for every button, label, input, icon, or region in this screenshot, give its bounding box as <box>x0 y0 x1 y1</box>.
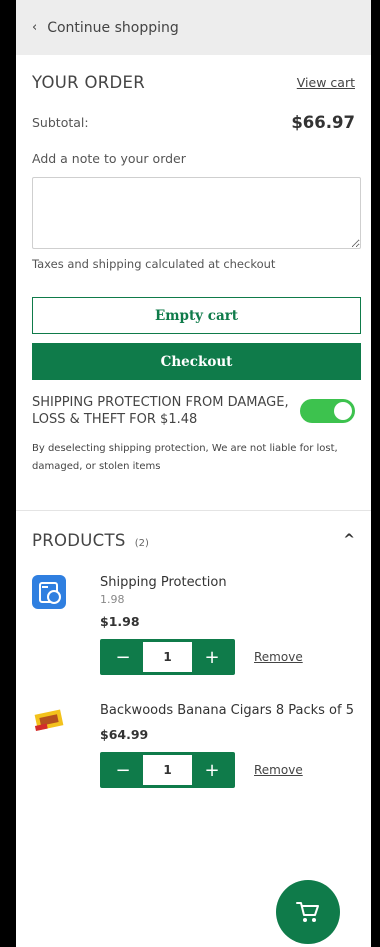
quantity-value[interactable]: 1 <box>143 642 192 672</box>
subtotal-value: $66.97 <box>291 112 355 132</box>
remove-item-link[interactable]: Remove <box>254 650 303 664</box>
continue-shopping-label: Continue shopping <box>47 19 179 36</box>
checkout-button[interactable]: Checkout <box>32 343 361 380</box>
chevron-left-icon: ‹ <box>32 20 38 35</box>
taxes-shipping-note: Taxes and shipping calculated at checkou… <box>32 257 276 271</box>
quantity-stepper: − 1 + <box>100 639 235 675</box>
order-title: YOUR ORDER <box>32 73 145 92</box>
products-section: PRODUCTS (2) ^ Shipping Protection 1.98 … <box>16 529 371 788</box>
cart-icon <box>296 902 319 922</box>
product-price: $1.98 <box>100 614 140 629</box>
continue-shopping-link[interactable]: ‹ Continue shopping <box>16 0 371 55</box>
cart-drawer: ‹ Continue shopping YOUR ORDER View cart… <box>16 0 371 947</box>
section-divider <box>16 510 371 511</box>
remove-item-link[interactable]: Remove <box>254 763 303 777</box>
product-variant: 1.98 <box>100 593 125 606</box>
order-note-field[interactable] <box>32 177 361 249</box>
shipping-protection-disclaimer: By deselecting shipping protection, We a… <box>32 443 338 472</box>
list-item: Backwoods Banana Cigars 8 Packs of 5 $64… <box>32 703 355 788</box>
cart-fab-button[interactable] <box>276 880 340 944</box>
shield-box-icon <box>32 575 66 609</box>
products-count: (2) <box>134 537 149 549</box>
product-price: $64.99 <box>100 727 149 742</box>
quantity-value[interactable]: 1 <box>143 755 192 785</box>
products-title: PRODUCTS <box>32 530 126 550</box>
increase-qty-button[interactable]: + <box>192 755 232 785</box>
list-item: Shipping Protection 1.98 $1.98 − 1 + Rem… <box>32 575 355 675</box>
shipping-protection-label: SHIPPING PROTECTION FROM DAMAGE, LOSS & … <box>32 395 289 427</box>
product-name[interactable]: Backwoods Banana Cigars 8 Packs of 5 <box>100 703 355 719</box>
chevron-up-icon[interactable]: ^ <box>343 532 355 548</box>
product-name[interactable]: Shipping Protection <box>100 575 355 591</box>
increase-qty-button[interactable]: + <box>192 642 232 672</box>
products-header[interactable]: PRODUCTS (2) ^ <box>32 529 355 551</box>
cigar-pack-image <box>32 703 66 737</box>
quantity-stepper: − 1 + <box>100 752 235 788</box>
toggle-knob <box>334 402 352 420</box>
decrease-qty-button[interactable]: − <box>103 642 143 672</box>
view-cart-link[interactable]: View cart <box>297 75 355 90</box>
decrease-qty-button[interactable]: − <box>103 755 143 785</box>
empty-cart-button[interactable]: Empty cart <box>32 297 361 334</box>
order-note-label: Add a note to your order <box>32 151 186 166</box>
order-section: YOUR ORDER View cart Subtotal: $66.97 Ad… <box>16 70 371 476</box>
subtotal-label: Subtotal: <box>32 114 89 130</box>
shipping-protection-toggle[interactable] <box>299 399 355 423</box>
